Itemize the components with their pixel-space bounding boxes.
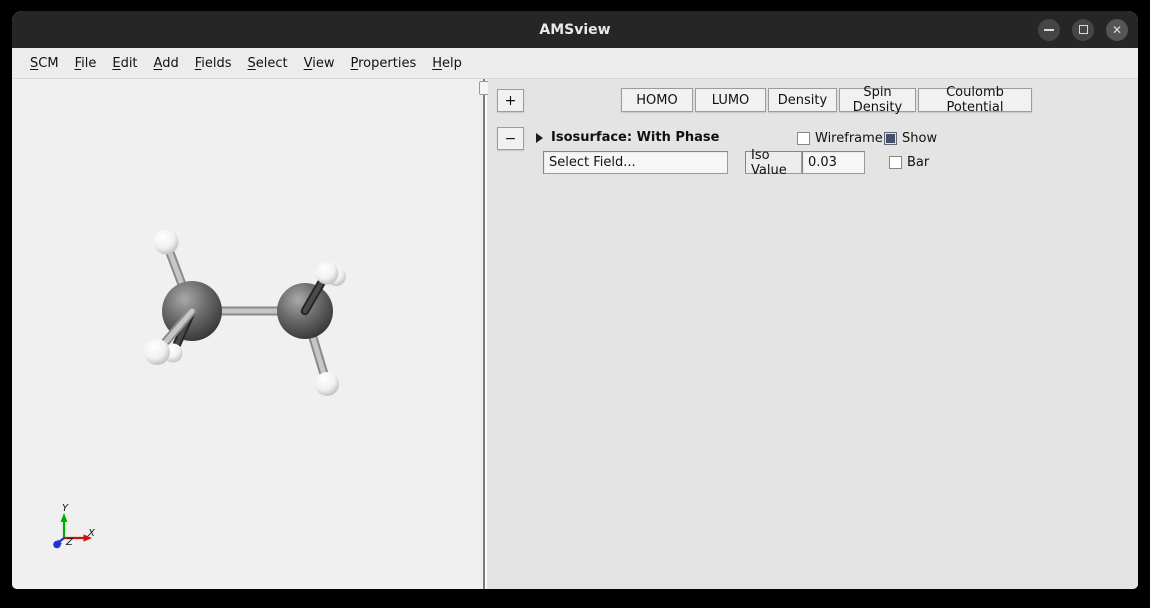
bar-checkbox-box [889,156,902,169]
menu-scm[interactable]: SCM [23,52,66,75]
spin-density-button[interactable]: Spin Density [839,88,916,112]
menu-select[interactable]: Select [241,52,295,75]
svg-text:Z: Z [65,537,74,548]
field-button-row: HOMO LUMO Density Spin Density Coulomb P… [621,88,1032,112]
window-title: AMSview [12,11,1138,48]
svg-text:Y: Y [62,503,69,514]
app-window: AMSview ✕ SCM File Edit Add Fields Selec… [12,11,1138,589]
ethane-molecule-render: Y X Z [12,79,483,589]
maximize-icon [1079,25,1088,34]
menu-file[interactable]: File [68,52,104,75]
expander-triangle-icon[interactable] [536,133,543,143]
menu-bar: SCM File Edit Add Fields Select View Pro… [12,48,1138,79]
lumo-button[interactable]: LUMO [695,88,766,112]
show-label: Show [902,131,937,146]
maximize-button[interactable] [1072,19,1094,41]
close-icon: ✕ [1112,23,1122,37]
wireframe-checkbox-box [797,132,810,145]
add-field-button[interactable]: + [497,89,524,112]
iso-value-label: Iso Value [745,151,802,174]
minimize-icon [1044,29,1054,31]
bar-label: Bar [907,155,929,170]
wireframe-label: Wireframe [815,131,883,146]
menu-edit[interactable]: Edit [105,52,144,75]
window-controls: ✕ [1038,11,1128,48]
select-field-input[interactable]: Select Field... [543,151,728,174]
iso-value-input[interactable]: 0.03 [802,151,865,174]
fields-panel: + HOMO LUMO Density Spin Density Coulomb… [488,79,1138,589]
menu-view[interactable]: View [297,52,342,75]
show-checkbox-box [884,132,897,145]
minimize-button[interactable] [1038,19,1060,41]
show-checkbox[interactable]: Show [884,131,937,145]
molecule-viewport[interactable]: Y X Z [12,79,483,589]
homo-button[interactable]: HOMO [621,88,693,112]
coulomb-potential-button[interactable]: Coulomb Potential [918,88,1032,112]
svg-text:X: X [87,528,96,539]
content-area: Y X Z + HOMO LUMO Density Spin Density Cou… [12,79,1138,589]
menu-fields[interactable]: Fields [188,52,239,75]
bar-checkbox[interactable]: Bar [889,155,929,169]
wireframe-checkbox[interactable]: Wireframe [797,131,883,145]
close-button[interactable]: ✕ [1106,19,1128,41]
menu-add[interactable]: Add [147,52,186,75]
isosurface-title: Isosurface: With Phase [551,130,720,145]
remove-isosurface-button[interactable]: − [497,127,524,150]
menu-properties[interactable]: Properties [344,52,424,75]
density-button[interactable]: Density [768,88,837,112]
title-bar: AMSview ✕ [12,11,1138,48]
menu-help[interactable]: Help [425,52,469,75]
